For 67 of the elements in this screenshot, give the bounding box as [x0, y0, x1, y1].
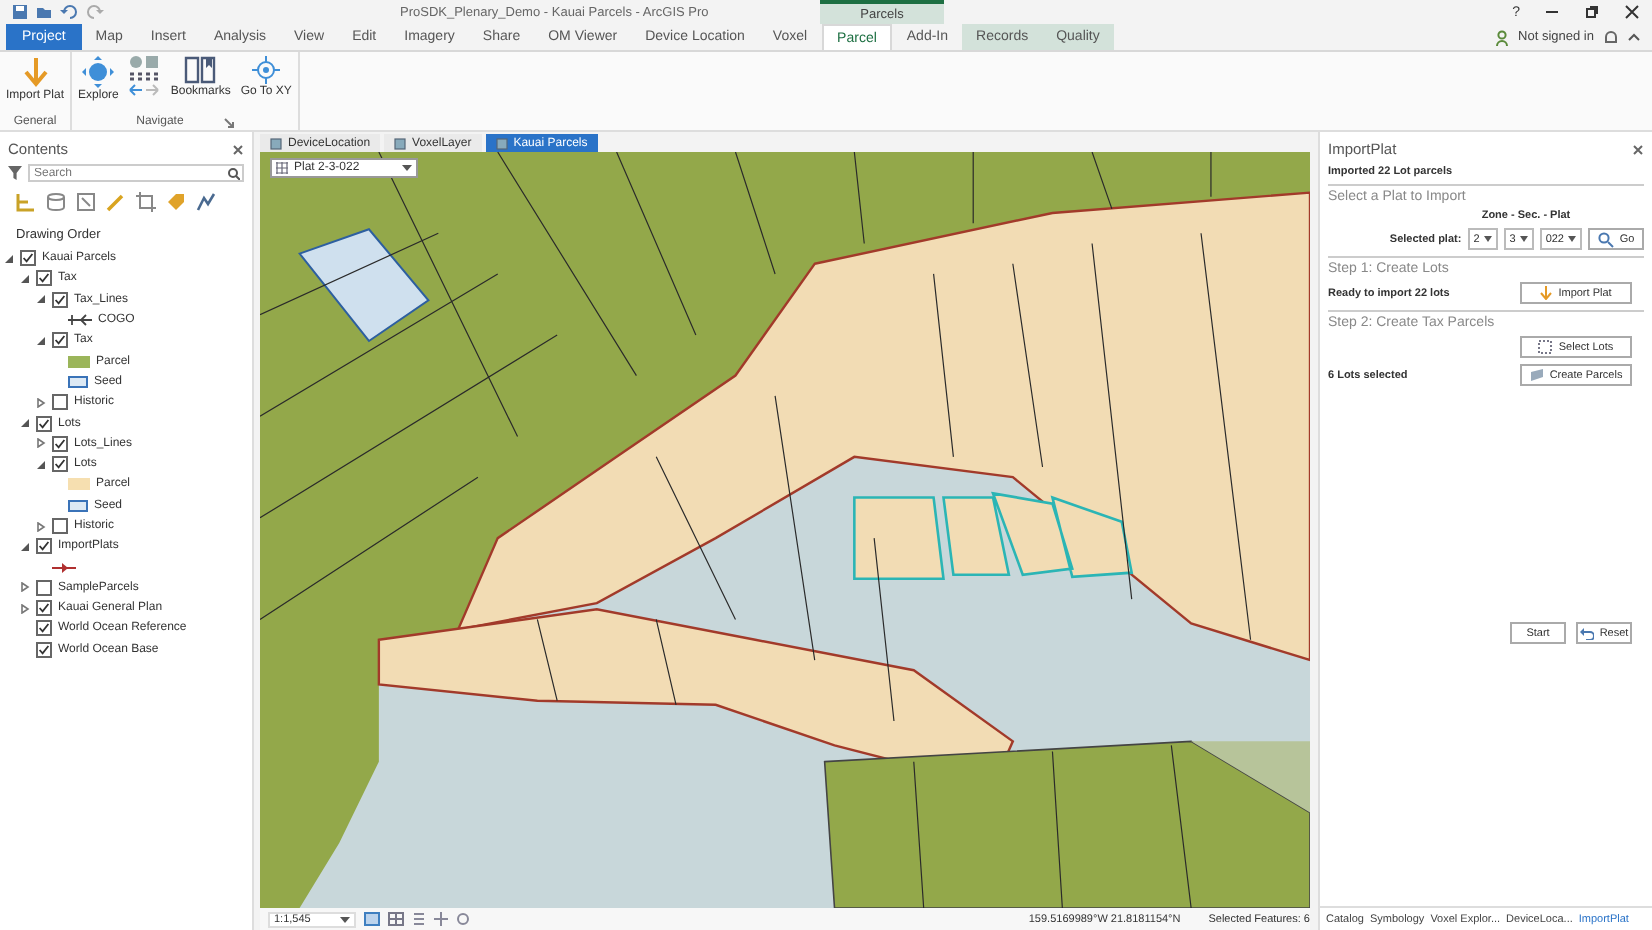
refresh-icon[interactable]	[456, 912, 470, 926]
down-arrow-icon	[21, 56, 49, 88]
database-icon[interactable]	[46, 192, 66, 212]
crosshair-icon	[252, 56, 281, 84]
caret-icon	[1568, 236, 1576, 242]
dialog-launcher-icon[interactable]	[223, 117, 234, 127]
checkbox[interactable]	[36, 415, 52, 432]
filter-icon[interactable]	[8, 166, 22, 180]
close-icon[interactable]	[1632, 143, 1644, 155]
plus-icon[interactable]	[434, 912, 448, 926]
expand-arrow-icon[interactable]	[36, 459, 46, 470]
checkbox[interactable]	[52, 394, 68, 411]
expand-arrow-icon[interactable]	[20, 603, 30, 614]
expand-arrow-icon[interactable]	[36, 294, 46, 305]
snapping-icon[interactable]	[136, 192, 156, 212]
save-icon[interactable]	[12, 4, 28, 20]
expand-arrow-icon[interactable]	[20, 582, 30, 593]
line-symbol-icon	[68, 314, 92, 327]
checkbox[interactable]	[52, 291, 68, 308]
caret-icon	[340, 915, 350, 923]
zoom-icon	[1597, 231, 1614, 247]
folder-icon[interactable]	[36, 4, 52, 20]
caret-icon	[402, 164, 412, 172]
expand-arrow-icon[interactable]	[20, 541, 30, 552]
expand-arrow-icon[interactable]	[36, 438, 46, 449]
arrow-symbol-icon	[52, 561, 76, 574]
restore-icon[interactable]	[1584, 4, 1600, 20]
checkbox[interactable]	[52, 456, 68, 473]
close-icon[interactable]	[232, 143, 244, 155]
close-icon[interactable]	[1624, 4, 1640, 20]
navigation-buttons[interactable]	[128, 56, 161, 96]
explore-icon	[82, 56, 115, 88]
select-icon	[1538, 340, 1553, 354]
map-icon	[270, 137, 282, 149]
checkbox[interactable]	[36, 600, 52, 617]
checkbox[interactable]	[20, 250, 36, 267]
checkbox[interactable]	[52, 435, 68, 452]
book-icon	[184, 56, 217, 84]
caret-icon	[1519, 236, 1528, 242]
bell-icon[interactable]	[1604, 29, 1618, 45]
map-icon	[495, 137, 508, 149]
parcel-icon	[1529, 368, 1544, 382]
undo-icon[interactable]	[60, 4, 78, 20]
checkbox[interactable]	[36, 620, 52, 637]
expand-arrow-icon[interactable]	[36, 521, 46, 531]
checkbox[interactable]	[52, 518, 68, 534]
checkbox[interactable]	[36, 270, 52, 287]
map-icon	[394, 137, 407, 149]
user-icon	[1496, 29, 1509, 45]
checkbox[interactable]	[36, 538, 52, 555]
collapse-ribbon-icon[interactable]	[1628, 32, 1640, 42]
chart-icon[interactable]	[196, 192, 216, 212]
expand-arrow-icon[interactable]	[4, 253, 14, 264]
expand-arrow-icon[interactable]	[36, 397, 46, 408]
expand-arrow-icon[interactable]	[36, 335, 46, 346]
expand-arrow-icon[interactable]	[20, 418, 30, 429]
navigation-icon	[128, 56, 161, 96]
search-icon	[228, 167, 240, 179]
checkbox[interactable]	[36, 641, 52, 658]
checkbox[interactable]	[36, 579, 52, 596]
caret-icon	[1483, 236, 1492, 242]
table-icon[interactable]	[388, 912, 404, 926]
down-arrow-icon	[1540, 286, 1553, 300]
selection-icon[interactable]	[76, 192, 96, 212]
undo-icon	[1579, 627, 1594, 639]
checkbox[interactable]	[52, 332, 68, 349]
expand-arrow-icon[interactable]	[20, 273, 30, 284]
